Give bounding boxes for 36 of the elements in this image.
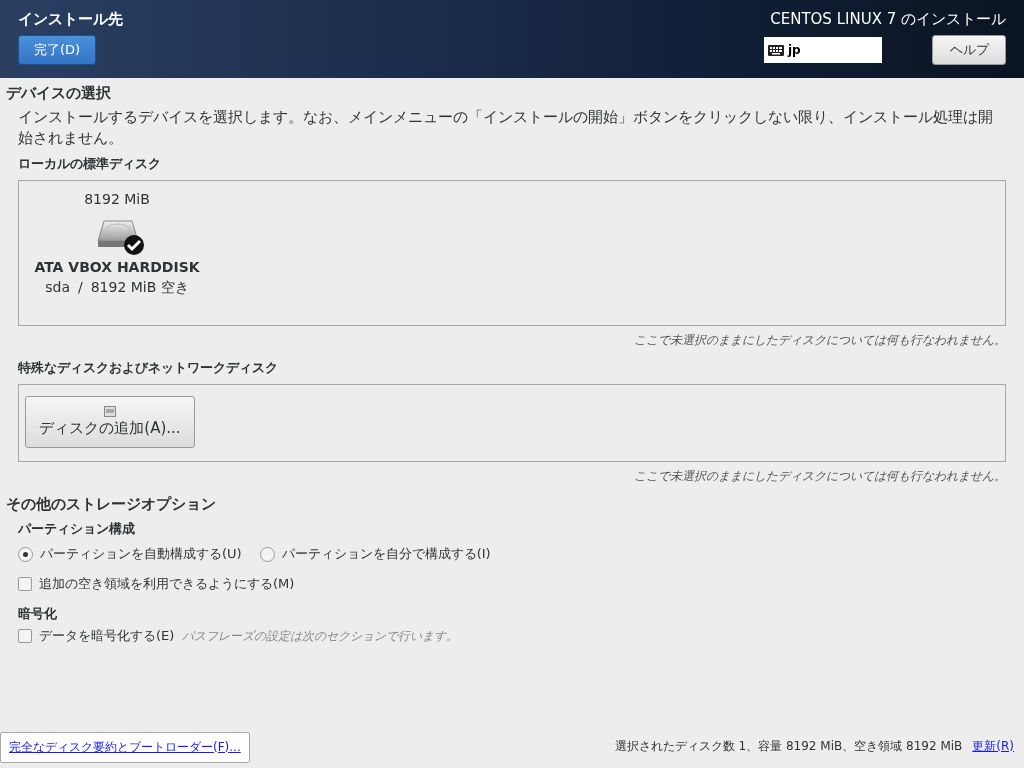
section-heading: デバイスの選択 xyxy=(6,84,112,103)
separator-text: / xyxy=(77,279,83,297)
subsection-heading: 暗号化 xyxy=(18,605,58,623)
radio-button[interactable] xyxy=(18,546,33,562)
hint-text: パスフレーズの設定は次のセクションで行います。 xyxy=(182,627,459,645)
checkbox-option[interactable]: 追加の空き領域を利用できるようにする(M) xyxy=(18,575,295,593)
disk-size: 8192 MiB xyxy=(84,191,150,207)
section-heading: その他のストレージオプション xyxy=(6,495,217,514)
refresh-link[interactable]: 更新(R) xyxy=(972,737,1014,755)
status-text: 選択されたディスク数 1、容量 8192 MiB、空き領域 8192 MiB xyxy=(614,737,963,755)
help-button[interactable]: ヘルプ xyxy=(932,35,1006,65)
keyboard-layout-value: jp xyxy=(788,43,801,57)
subsection-heading: 特殊なディスクおよびネットワークディスク xyxy=(18,359,279,377)
checkbox-option[interactable]: データを暗号化する(E) xyxy=(18,627,175,645)
disk-tile[interactable]: 8192 MiB ATA VBOX HARDDISK sda / 8192 MiB 空き xyxy=(31,191,203,297)
add-disk-button[interactable]: ディスクの追加(A)... xyxy=(25,396,195,448)
done-button[interactable]: 完了(D) xyxy=(18,35,96,65)
disk-device: sda xyxy=(45,279,70,297)
note-text: ここで未選択のままにしたディスクについては何も行なわれません。 xyxy=(633,468,1006,485)
radio-option[interactable]: パーティションを自分で構成する(I) xyxy=(259,545,491,563)
product-title: CENTOS LINUX 7 のインストール xyxy=(770,10,1006,29)
checkbox[interactable] xyxy=(18,577,32,591)
subsection-heading: パーティション構成 xyxy=(18,520,136,538)
page-title: インストール先 xyxy=(18,10,123,29)
radio-button[interactable] xyxy=(259,546,275,562)
checkbox[interactable] xyxy=(18,629,32,643)
radio-option[interactable]: パーティションを自動構成する(U) xyxy=(18,545,242,563)
keyboard-layout-field[interactable]: jp xyxy=(764,37,882,63)
disk-name: ATA VBOX HARDDISK xyxy=(34,259,200,275)
disk-free-space: 8192 MiB 空き xyxy=(90,279,189,297)
note-text: ここで未選択のままにしたディスクについては何も行なわれません。 xyxy=(633,332,1006,349)
keyboard-icon xyxy=(768,44,784,56)
subsection-heading: ローカルの標準ディスク xyxy=(18,155,162,173)
description-text: インストールするデバイスを選択します。なお、メインメニューの「インストールの開始」ボタンをクリックしない限り、インストール処理は開始されません。 xyxy=(18,107,994,149)
summary-link[interactable]: 完全なディスク要約とブートローダー(F)... xyxy=(9,739,241,754)
summary-button[interactable]: 完全なディスク要約とブートローダー(F)... xyxy=(0,731,250,763)
